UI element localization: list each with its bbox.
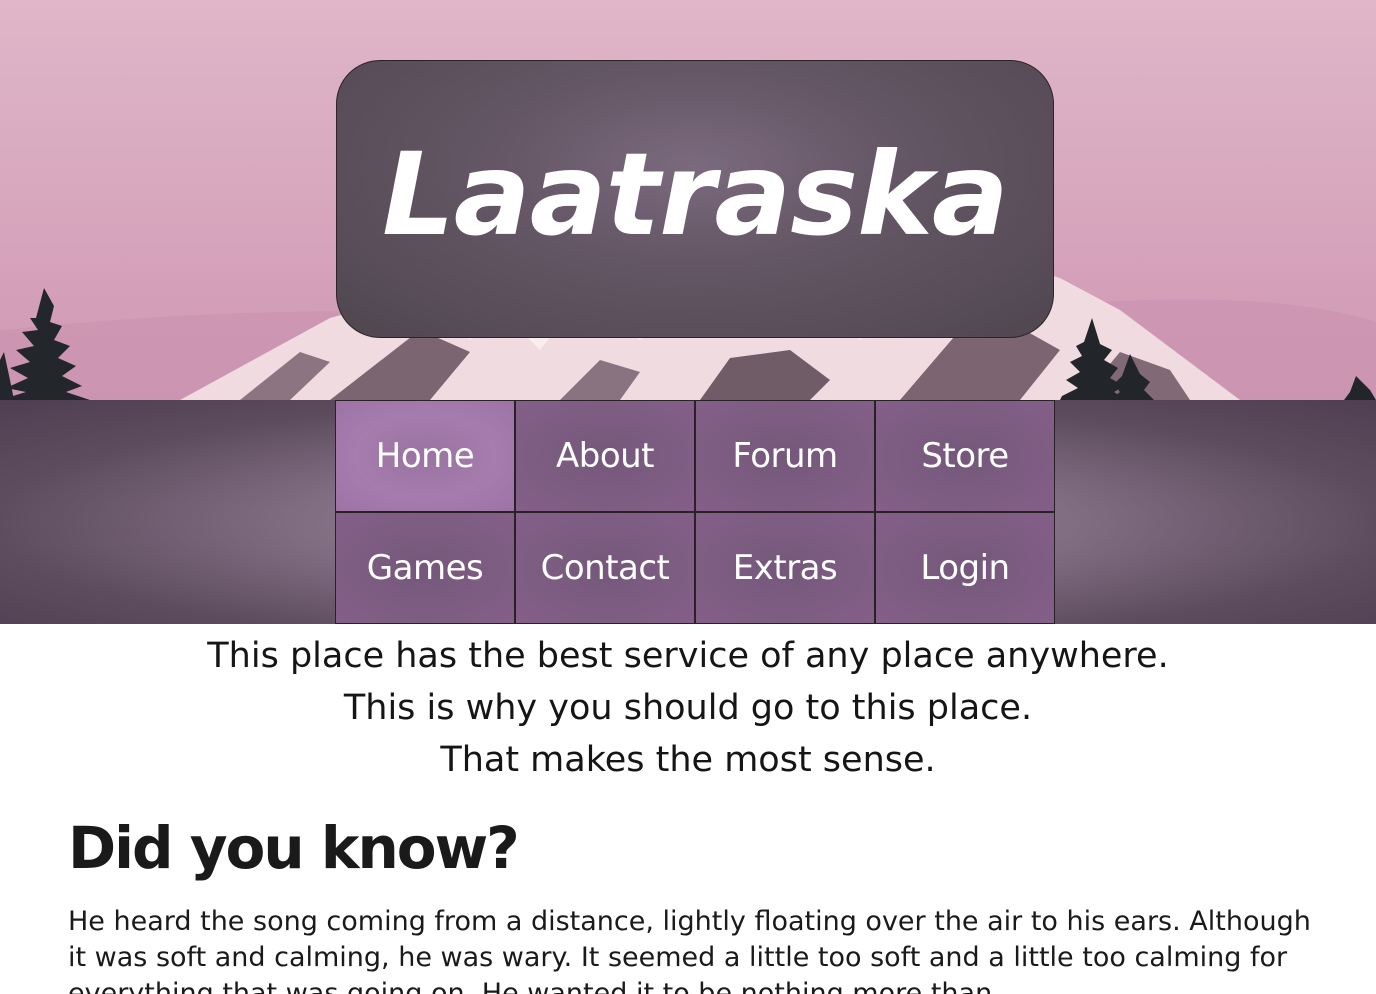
nav-item-store[interactable]: Store: [875, 400, 1055, 512]
main-content: This place has the best service of any p…: [0, 630, 1376, 994]
nav-grid: Home About Forum Store Games Contact Ext…: [335, 400, 1055, 624]
nav-item-games[interactable]: Games: [335, 512, 515, 624]
hero-banner: Laatraska: [0, 0, 1376, 400]
main-nav: Home About Forum Store Games Contact Ext…: [0, 400, 1376, 624]
site-title: Laatraska: [382, 127, 1009, 261]
intro-taglines: This place has the best service of any p…: [0, 630, 1376, 786]
nav-item-forum[interactable]: Forum: [695, 400, 875, 512]
site-title-box: Laatraska: [336, 60, 1054, 338]
tagline-2: This is why you should go to this place.: [343, 688, 1033, 728]
nav-item-contact[interactable]: Contact: [515, 512, 695, 624]
nav-item-extras[interactable]: Extras: [695, 512, 875, 624]
tagline-3: That makes the most sense.: [440, 740, 936, 780]
nav-item-about[interactable]: About: [515, 400, 695, 512]
tagline-1: This place has the best service of any p…: [207, 636, 1169, 676]
section-heading: Did you know?: [68, 814, 520, 882]
nav-item-login[interactable]: Login: [875, 512, 1055, 624]
section-body: He heard the song coming from a distance…: [68, 906, 1311, 994]
nav-item-home[interactable]: Home: [335, 400, 515, 512]
